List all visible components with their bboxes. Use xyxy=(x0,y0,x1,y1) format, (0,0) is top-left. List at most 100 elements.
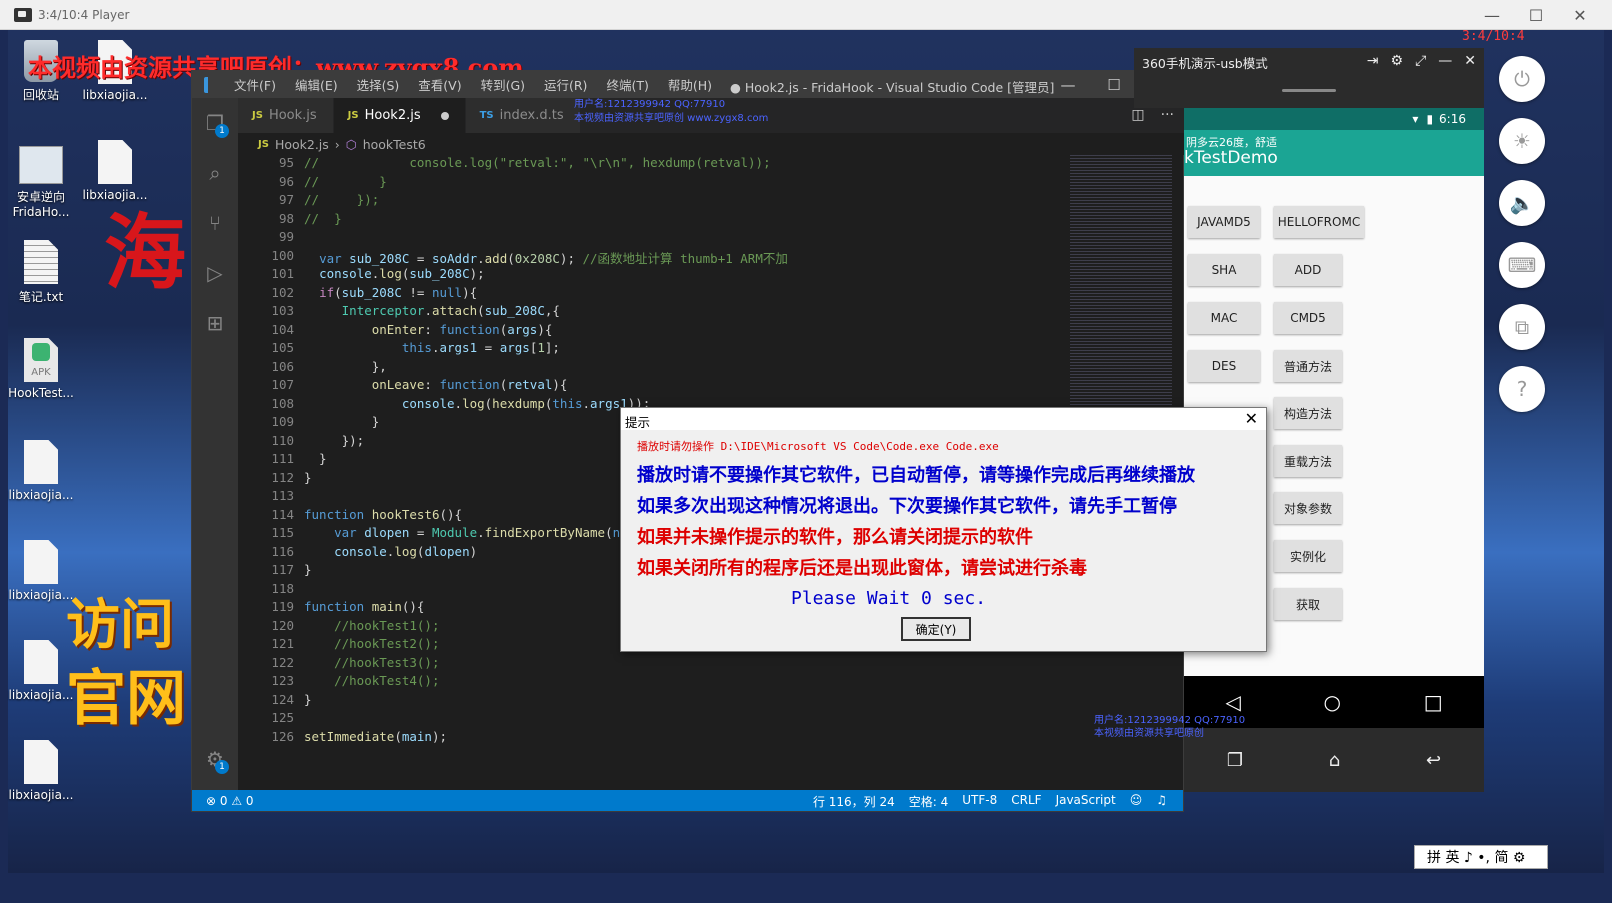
tab-hook2-js[interactable]: JS Hook2.js xyxy=(333,98,466,133)
menu-edit[interactable]: 编辑(E) xyxy=(295,78,338,93)
line-number: 100 xyxy=(271,247,294,263)
app-title: kTestDemo xyxy=(1184,148,1278,168)
line-number: 116 xyxy=(271,543,294,559)
btn-javamd5[interactable]: JAVAMD5 xyxy=(1188,206,1260,238)
notifications-icon[interactable]: ♫ xyxy=(1156,793,1167,810)
wifi-icon: ▾ xyxy=(1412,112,1419,126)
language-mode[interactable]: JavaScript xyxy=(1056,793,1116,810)
close-button[interactable]: ✕ xyxy=(1558,0,1602,30)
line-ending[interactable]: CRLF xyxy=(1011,793,1041,810)
menu-file[interactable]: 文件(F) xyxy=(234,78,276,93)
btn-add[interactable]: ADD xyxy=(1274,254,1342,286)
menu-view[interactable]: 查看(V) xyxy=(418,78,461,93)
promo-visit: 访问 xyxy=(66,592,174,656)
line-number: 123 xyxy=(271,673,294,688)
encoding[interactable]: UTF-8 xyxy=(962,793,997,810)
minimap[interactable] xyxy=(1070,155,1172,405)
btn-sha[interactable]: SHA xyxy=(1188,254,1260,286)
help-icon[interactable]: ? xyxy=(1499,366,1545,412)
indentation[interactable]: 空格: 4 xyxy=(909,793,949,810)
apk-icon: APK xyxy=(24,338,58,382)
desktop-icon-libx-6[interactable]: libxiaojia... xyxy=(2,740,80,802)
phone-close-button[interactable]: ✕ xyxy=(1464,53,1476,69)
breadcrumb-file[interactable]: Hook2.js xyxy=(275,137,329,152)
line-number: 112 xyxy=(271,469,294,485)
problems-indicator[interactable]: ⊗ 0 ⚠ 0 xyxy=(206,794,254,808)
menu-help[interactable]: 帮助(H) xyxy=(668,78,712,93)
more-actions-icon[interactable]: ··· xyxy=(1161,107,1174,123)
btn-cmd5[interactable]: CMD5 xyxy=(1274,302,1342,334)
menu-terminal[interactable]: 终端(T) xyxy=(606,78,648,93)
extensions-icon[interactable]: ⊞ xyxy=(192,298,238,348)
app-bar: 阴多云26度，舒适 kTestDemo xyxy=(1184,130,1484,176)
folder-shortcut-icon xyxy=(19,146,63,184)
phone-fullscreen-icon[interactable]: ⤢ xyxy=(1415,53,1426,69)
feedback-icon[interactable]: ☺ xyxy=(1130,793,1143,810)
run-debug-icon[interactable]: ▷ xyxy=(192,248,238,298)
line-number: 109 xyxy=(271,414,294,429)
vscode-window-title: ● Hook2.js - FridaHook - Visual Studio C… xyxy=(730,80,1055,95)
recents-icon[interactable]: □ xyxy=(1424,690,1443,714)
explorer-icon[interactable]: ❐ 1 xyxy=(192,98,238,148)
crop-icon[interactable]: ⧉ xyxy=(1499,304,1545,350)
dialog-line-3: 如果并未操作提示的软件，那么请关闭提示的软件 xyxy=(637,527,1033,548)
btn-hellofromc[interactable]: HELLOFROMC xyxy=(1274,206,1364,238)
line-number: 125 xyxy=(271,710,294,725)
breadcrumb-symbol[interactable]: hookTest6 xyxy=(363,137,426,152)
dialog-line-1: 播放时请不要操作其它软件，已自动暂停，请等操作完成后再继续播放 xyxy=(637,465,1195,486)
file-icon xyxy=(98,140,132,184)
ime-toolbar[interactable]: 拼 英 ♪ •, 简 ⚙ xyxy=(1414,845,1548,869)
btn-normal-method[interactable]: 普通方法 xyxy=(1274,350,1342,382)
menu-run[interactable]: 运行(R) xyxy=(544,78,587,93)
menu-selection[interactable]: 选择(S) xyxy=(357,78,400,93)
line-number: 105 xyxy=(271,340,294,355)
search-icon[interactable]: ⌕ xyxy=(192,148,238,198)
dialog-wait: Please Wait 0 sec. xyxy=(791,588,987,609)
phone-pin-icon[interactable]: ⇥ xyxy=(1367,53,1379,69)
player-icon xyxy=(14,7,32,22)
desktop-icon-libx-3[interactable]: libxiaojia... xyxy=(2,440,80,502)
phone-settings-icon[interactable]: ⚙ xyxy=(1391,53,1404,69)
player-timer: 3:4/10:4 xyxy=(1462,29,1525,44)
minimize-button[interactable]: — xyxy=(1470,0,1514,30)
tab-hook-js[interactable]: JS Hook.js xyxy=(238,98,334,133)
btn-des[interactable]: DES xyxy=(1188,350,1260,382)
btn-instantiate[interactable]: 实例化 xyxy=(1274,540,1342,572)
btn-overload[interactable]: 重载方法 xyxy=(1274,445,1342,477)
file-icon xyxy=(24,740,58,784)
dialog-ok-button[interactable]: 确定(Y) xyxy=(901,617,971,641)
home-icon[interactable]: ⌂ xyxy=(1329,750,1340,771)
btn-constructor[interactable]: 构造方法 xyxy=(1274,397,1342,429)
vscode-minimize-button[interactable]: — xyxy=(1045,71,1091,98)
settings-gear-icon[interactable]: ⚙ 1 xyxy=(192,734,238,784)
line-number: 121 xyxy=(271,636,294,651)
cursor-position[interactable]: 行 116，列 24 xyxy=(813,793,895,810)
dialog-close-button[interactable]: ✕ xyxy=(1245,409,1258,428)
desktop-icon-android-reverse[interactable]: 安卓逆向 FridaHo... xyxy=(2,146,80,219)
btn-get[interactable]: 获取 xyxy=(1274,588,1342,620)
split-editor-icon[interactable]: ◫ xyxy=(1131,107,1144,123)
btn-mac[interactable]: MAC xyxy=(1188,302,1260,334)
maximize-button[interactable]: ☐ xyxy=(1514,0,1558,30)
line-number: 118 xyxy=(271,580,294,596)
file-icon xyxy=(24,640,58,684)
home-circle-icon[interactable]: ○ xyxy=(1324,690,1341,714)
menu-goto[interactable]: 转到(G) xyxy=(481,78,525,93)
line-number: 115 xyxy=(271,525,294,540)
source-control-icon[interactable]: ⑂ xyxy=(192,198,238,248)
brightness-icon[interactable]: ☀ xyxy=(1499,118,1545,164)
volume-icon[interactable]: 🔈 xyxy=(1499,180,1545,226)
return-icon[interactable]: ↩ xyxy=(1426,750,1441,771)
desktop-icon-notes[interactable]: 笔记.txt xyxy=(2,240,80,305)
overlay-note: 本视频由资源共享吧原创 www.zygx8.com xyxy=(574,113,769,124)
btn-object-param[interactable]: 对象参数 xyxy=(1274,492,1342,524)
vscode-maximize-button[interactable]: ☐ xyxy=(1091,71,1137,98)
editor-tabs: JS Hook.js JS Hook2.js TS index.d.ts ◫ ··· … xyxy=(238,98,1184,133)
back-icon[interactable]: ◁ xyxy=(1225,690,1240,714)
power-icon[interactable]: ⏻ xyxy=(1499,56,1545,102)
phone-minimize-button[interactable]: — xyxy=(1438,53,1452,69)
keyboard-icon[interactable]: ⌨ xyxy=(1499,242,1545,288)
copy-icon[interactable]: ❐ xyxy=(1227,750,1243,771)
desktop-icon-hooktest-apk[interactable]: APK HookTest... xyxy=(2,338,80,400)
tab-index-d-ts[interactable]: TS index.d.ts xyxy=(465,98,581,133)
